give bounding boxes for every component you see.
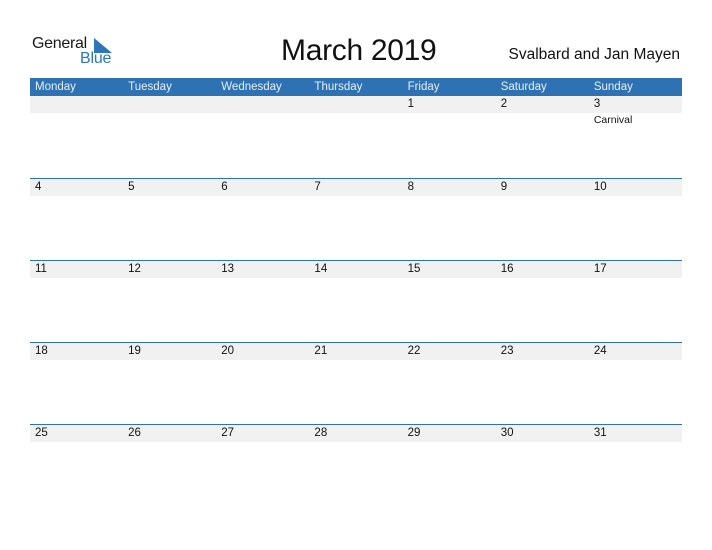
event-cell <box>123 113 216 127</box>
weekday-header: Monday Tuesday Wednesday Thursday Friday… <box>30 78 682 96</box>
day-cell: 2 <box>500 98 508 110</box>
day-cell: 29 <box>407 427 421 439</box>
weekday-sunday: Sunday <box>593 81 633 93</box>
weekday-thursday: Thursday <box>314 81 363 93</box>
event-cell <box>309 113 402 127</box>
holiday-label: Carnival <box>593 114 633 126</box>
weekday-monday: Monday <box>35 81 76 93</box>
region-label: Svalbard and Jan Mayen <box>508 46 680 63</box>
day-cell: 31 <box>593 427 607 439</box>
day-cell: 20 <box>221 345 235 357</box>
day-cell: 26 <box>128 427 141 439</box>
day-cell: 1 <box>407 98 414 110</box>
weekday-tuesday: Tuesday <box>128 81 172 93</box>
day-cell: 22 <box>407 345 421 357</box>
page-title: March 2019 <box>281 34 437 67</box>
day-cell: 19 <box>128 345 141 357</box>
weekday-friday: Friday <box>407 81 440 93</box>
weekday-wednesday: Wednesday <box>221 81 282 93</box>
calendar: Monday Tuesday Wednesday Thursday Friday… <box>30 78 682 506</box>
day-cell <box>123 96 216 113</box>
day-cell: 4 <box>35 181 42 193</box>
day-cell <box>216 96 309 113</box>
day-cell: 5 <box>128 181 135 193</box>
day-cell: 18 <box>35 345 48 357</box>
day-cell: 28 <box>314 427 328 439</box>
day-cell: 11 <box>35 263 47 275</box>
day-cell: 27 <box>221 427 235 439</box>
day-cell: 9 <box>500 181 508 193</box>
day-cell: 17 <box>593 263 607 275</box>
day-cell: 13 <box>221 263 235 275</box>
day-cell <box>309 96 402 113</box>
week-row: 18 19 20 21 22 23 24 <box>30 342 682 424</box>
day-cell: 10 <box>593 181 607 193</box>
logo: General Blue <box>32 35 122 71</box>
day-cell: 16 <box>500 263 514 275</box>
week-row: 4 5 6 7 8 9 10 <box>30 178 682 260</box>
day-cell: 25 <box>35 427 48 439</box>
day-cell: 23 <box>500 345 514 357</box>
day-cell: 15 <box>407 263 421 275</box>
day-cell: 8 <box>407 181 414 193</box>
day-cell: 12 <box>128 263 141 275</box>
day-cell: 6 <box>221 181 228 193</box>
week-row: 11 12 13 14 15 16 17 <box>30 260 682 342</box>
weekday-saturday: Saturday <box>500 81 547 93</box>
day-cell: 3 <box>593 98 601 110</box>
week-row: 1 2 3 Carnival <box>30 96 682 178</box>
day-cell: 24 <box>593 345 607 357</box>
event-cell <box>496 113 589 127</box>
day-cell: 14 <box>314 263 328 275</box>
logo-general-text: General <box>32 35 87 52</box>
week-row: 25 26 27 28 29 30 31 <box>30 424 682 506</box>
day-cell: 30 <box>500 427 514 439</box>
day-cell <box>30 96 123 113</box>
event-cell <box>403 113 496 127</box>
event-cell <box>216 113 309 127</box>
logo-blue-text: Blue <box>80 50 112 67</box>
day-cell: 21 <box>314 345 328 357</box>
day-cell: 7 <box>314 181 321 193</box>
event-cell <box>30 113 123 127</box>
